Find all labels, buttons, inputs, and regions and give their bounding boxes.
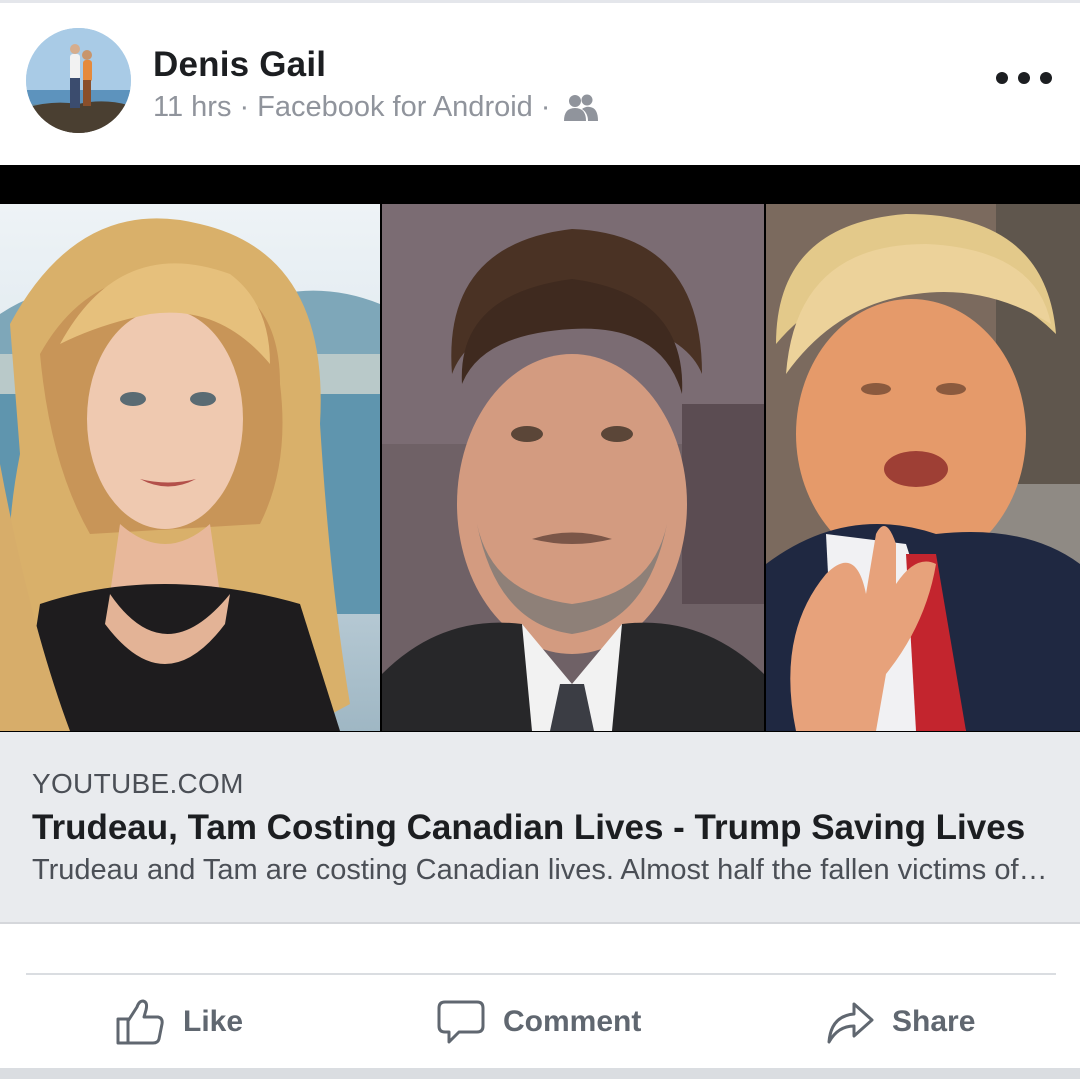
- bottom-strip: [0, 1068, 1080, 1079]
- friends-icon[interactable]: [564, 93, 599, 123]
- more-dot: [996, 72, 1008, 84]
- action-bar: Like Comment Share: [0, 976, 1080, 1068]
- meta-separator: ·: [239, 91, 250, 123]
- more-options-icon[interactable]: [996, 63, 1052, 93]
- comment-icon: [437, 1000, 485, 1044]
- share-label: Share: [892, 1005, 976, 1038]
- post-time[interactable]: 11 hrs: [153, 91, 231, 124]
- comment-label: Comment: [503, 1005, 642, 1038]
- more-dot: [1040, 72, 1052, 84]
- link-title[interactable]: Trudeau, Tam Costing Canadian Lives - Tr…: [32, 808, 1025, 848]
- like-button[interactable]: Like: [115, 996, 243, 1048]
- image-panel-trudeau: [382, 204, 764, 731]
- like-label: Like: [183, 1005, 244, 1038]
- comment-button[interactable]: Comment: [437, 996, 641, 1048]
- link-preview-image[interactable]: [0, 165, 1080, 732]
- more-dot: [1018, 72, 1030, 84]
- share-button[interactable]: Share: [826, 996, 975, 1048]
- author-name[interactable]: Denis Gail: [153, 45, 326, 85]
- link-description: Trudeau and Tam are costing Canadian liv…: [32, 854, 1048, 886]
- avatar[interactable]: [26, 28, 131, 133]
- share-icon: [827, 1002, 874, 1044]
- image-panel-woman: [0, 204, 380, 731]
- post-meta: 11 hrs · Facebook for Android ·: [153, 91, 599, 124]
- post-header: Denis Gail 11 hrs · Facebook for Android…: [0, 3, 1080, 165]
- meta-separator: ·: [540, 91, 551, 123]
- link-card[interactable]: YOUTUBE.COM Trudeau, Tam Costing Canadia…: [0, 732, 1080, 924]
- actions-divider: [26, 973, 1056, 975]
- like-icon: [116, 999, 164, 1045]
- image-panel-trump: [766, 204, 1080, 731]
- media-letterbox: [0, 165, 1080, 204]
- post-source: Facebook for Android: [257, 91, 533, 123]
- link-domain: YOUTUBE.COM: [32, 768, 244, 799]
